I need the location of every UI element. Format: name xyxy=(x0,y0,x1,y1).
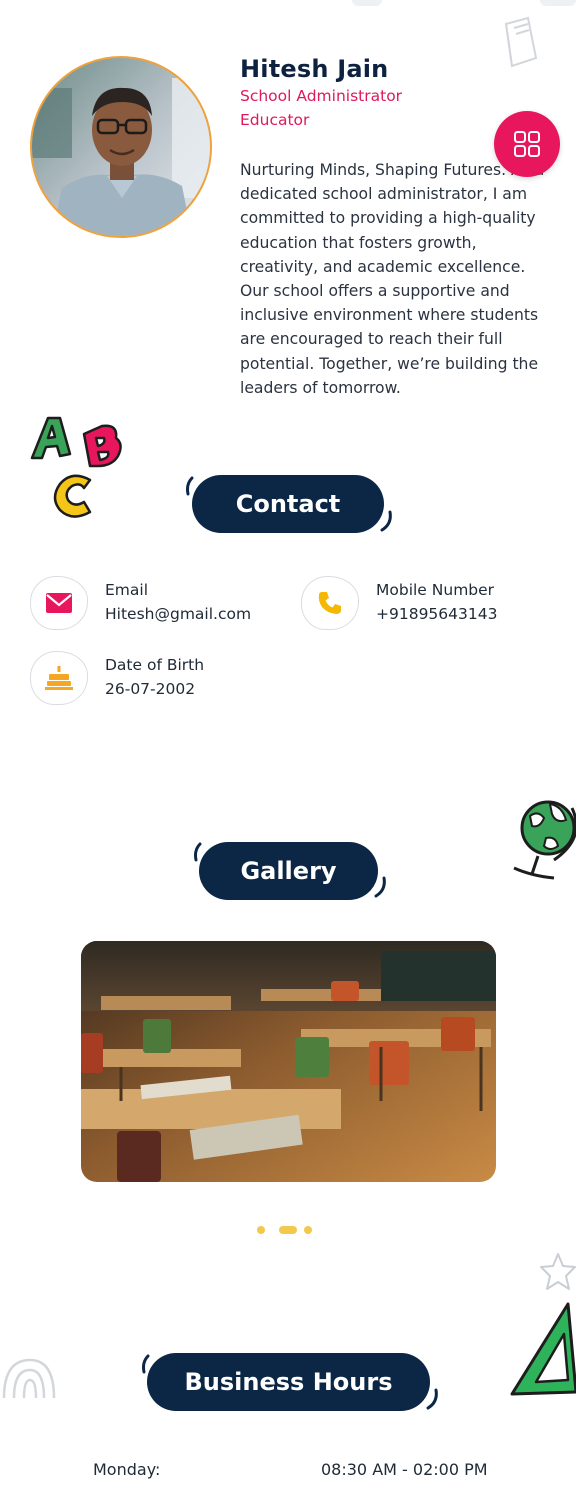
dob-icon-badge xyxy=(30,651,88,705)
envelope-icon xyxy=(46,593,72,613)
avatar-photo xyxy=(32,58,210,236)
hours-row-time: 08:30 AM - 02:00 PM xyxy=(321,1460,488,1479)
dob-value: 26-07-2002 xyxy=(105,680,196,698)
contact-heading-label: Contact xyxy=(235,490,341,518)
cake-icon xyxy=(45,666,73,690)
profile-bio: Nurturing Minds, Shaping Futures. As a d… xyxy=(240,161,545,397)
star-doodle-icon xyxy=(540,1253,576,1290)
hours-row-day: Monday: xyxy=(93,1460,161,1479)
book-doodle-icon xyxy=(504,16,538,68)
gallery-dot-3[interactable] xyxy=(304,1226,312,1234)
gallery-dot-1[interactable] xyxy=(257,1226,265,1234)
gallery-heading-label: Gallery xyxy=(240,857,337,885)
dob-label: Date of Birth xyxy=(105,656,205,674)
gallery-slide-image[interactable] xyxy=(81,941,496,1182)
profile-role-secondary: Educator xyxy=(240,111,310,129)
profile-role-primary: School Administrator xyxy=(240,87,403,105)
business-hours-heading: Business Hours xyxy=(147,1353,430,1411)
contact-heading: Contact xyxy=(192,475,384,533)
email-link[interactable]: Hitesh@gmail.com xyxy=(105,605,251,623)
gallery-heading: Gallery xyxy=(199,842,378,900)
abc-blocks-doodle-icon xyxy=(30,416,122,518)
grid-menu-button[interactable] xyxy=(494,111,560,177)
top-cloud-doodle xyxy=(540,0,576,6)
classroom-photo xyxy=(81,941,496,1182)
globe-doodle-icon xyxy=(513,800,576,880)
business-hours-heading-label: Business Hours xyxy=(184,1368,393,1396)
grid-icon xyxy=(514,131,540,157)
top-cloud-doodle xyxy=(352,0,382,6)
mobile-icon-badge xyxy=(301,576,359,630)
email-label: Email xyxy=(105,581,149,599)
gallery-dot-2-active[interactable] xyxy=(279,1226,297,1234)
mobile-label: Mobile Number xyxy=(376,581,495,599)
mobile-link[interactable]: +91895643143 xyxy=(376,605,497,623)
phone-icon xyxy=(318,592,341,614)
profile-name: Hitesh Jain xyxy=(240,55,389,83)
rainbow-doodle-icon xyxy=(2,1358,56,1399)
avatar xyxy=(30,56,212,238)
set-square-doodle-icon xyxy=(510,1302,576,1396)
email-icon-badge xyxy=(30,576,88,630)
